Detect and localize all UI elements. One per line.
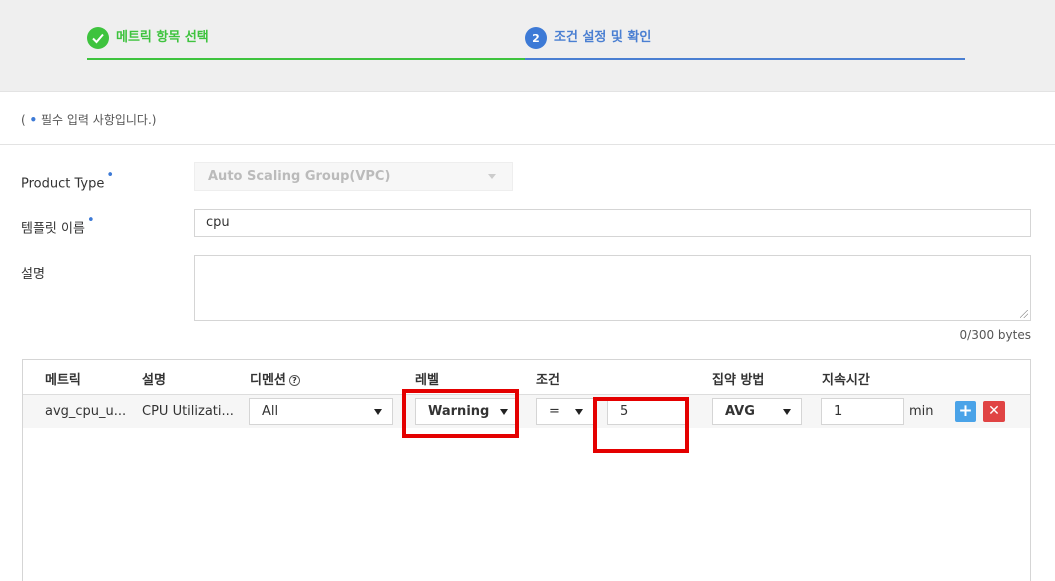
- required-note: ( • 필수 입력 사항입니다.): [21, 111, 156, 128]
- check-icon: [87, 27, 109, 49]
- step-number-badge: 2: [525, 27, 547, 49]
- header-level: 레벨: [415, 373, 439, 388]
- header-aggregation: 집약 방법: [712, 373, 765, 388]
- help-icon[interactable]: ?: [288, 375, 300, 386]
- page: 메트릭 항목 선택 2 조건 설정 및 확인 ( • 필수 입력 사항입니다.)…: [0, 0, 1055, 581]
- description-textarea[interactable]: [194, 255, 1031, 321]
- required-dot-icon: •: [86, 213, 95, 228]
- required-dot-icon: •: [106, 168, 115, 183]
- step-metric-select[interactable]: 메트릭 항목 선택: [87, 27, 525, 60]
- aggregation-value: AVG: [725, 404, 755, 419]
- header-duration: 지속시간: [822, 373, 870, 388]
- dimension-select[interactable]: All: [249, 398, 393, 425]
- step-metric-select-label: 메트릭 항목 선택: [116, 30, 209, 45]
- operator-value: =: [549, 404, 560, 419]
- resize-handle-icon[interactable]: [1020, 310, 1028, 318]
- operator-select[interactable]: =: [536, 398, 594, 425]
- step-condition-setting[interactable]: 2 조건 설정 및 확인: [525, 27, 965, 60]
- add-row-button[interactable]: +: [955, 401, 976, 422]
- header-description: 설명: [142, 373, 166, 388]
- close-icon: ✕: [988, 403, 1000, 419]
- product-type-value: Auto Scaling Group(VPC): [208, 169, 391, 184]
- header-dimension-text: 디멘션: [250, 373, 286, 388]
- threshold-highlight-box: [593, 397, 689, 453]
- product-type-label: Product Type•: [21, 168, 115, 192]
- required-note-text: 필수 입력 사항입니다.): [37, 113, 157, 127]
- chevron-down-icon: [783, 409, 791, 415]
- step-condition-setting-label: 조건 설정 및 확인: [554, 30, 652, 45]
- template-name-label: 템플릿 이름•: [21, 213, 95, 237]
- product-type-label-text: Product Type: [21, 176, 105, 192]
- delete-row-button[interactable]: ✕: [983, 401, 1005, 422]
- wizard-stepper: 메트릭 항목 선택 2 조건 설정 및 확인: [0, 0, 1055, 92]
- chevron-down-icon: [575, 409, 583, 415]
- plus-icon: +: [958, 401, 973, 421]
- product-type-select: Auto Scaling Group(VPC): [194, 162, 513, 191]
- dimension-value: All: [262, 404, 279, 419]
- chevron-down-icon: [488, 174, 496, 179]
- level-highlight-box: [402, 389, 519, 438]
- header-metric: 메트릭: [45, 373, 81, 388]
- header-condition: 조건: [536, 373, 560, 388]
- metric-condition-table: 메트릭 설명 디멘션? 레벨 조건 집약 방법 지속시간 avg_cpu_u..…: [22, 359, 1031, 581]
- byte-counter: 0/300 bytes: [959, 328, 1031, 342]
- template-name-input[interactable]: cpu: [194, 209, 1031, 237]
- metric-name-cell: avg_cpu_u...: [45, 404, 127, 419]
- header-dimension: 디멘션?: [250, 369, 300, 388]
- table-header: 메트릭 설명 디멘션? 레벨 조건 집약 방법 지속시간: [23, 360, 1030, 395]
- duration-input[interactable]: 1: [821, 398, 904, 425]
- duration-unit: min: [909, 404, 934, 419]
- table-row: avg_cpu_u... CPU Utilizati... All Warnin…: [23, 395, 1030, 428]
- chevron-down-icon: [374, 409, 382, 415]
- template-name-label-text: 템플릿 이름: [21, 221, 85, 237]
- divider: [0, 144, 1055, 145]
- required-note-prefix: (: [21, 113, 30, 127]
- description-label: 설명: [21, 267, 45, 282]
- metric-desc-cell: CPU Utilizati...: [142, 404, 234, 419]
- aggregation-select[interactable]: AVG: [712, 398, 802, 425]
